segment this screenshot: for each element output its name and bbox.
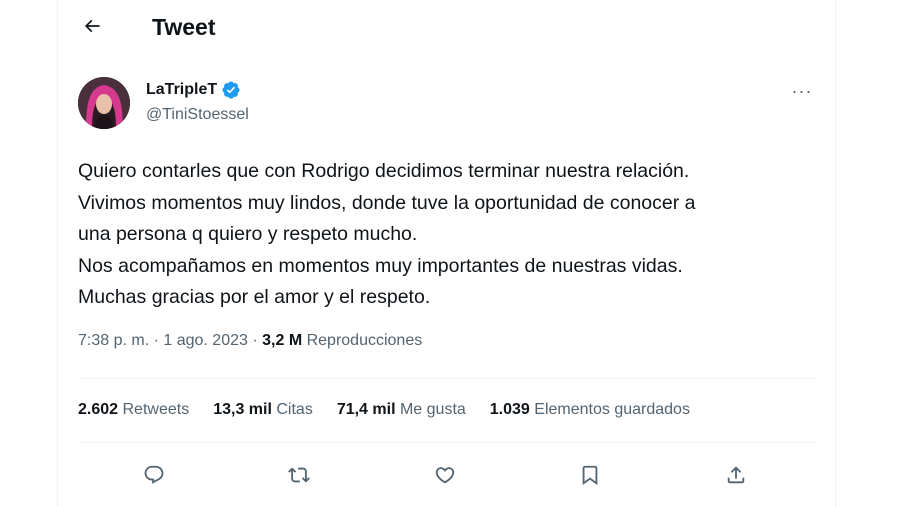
divider [78, 442, 818, 443]
more-options-button[interactable]: ··· [787, 79, 817, 103]
reply-icon [143, 464, 165, 491]
retweet-button[interactable] [281, 459, 317, 495]
stat-number: 1.039 [489, 401, 530, 418]
meta-separator: · [247, 332, 263, 349]
views-label: Reproducciones [306, 332, 423, 349]
stat-number: 71,4 mil [336, 401, 396, 418]
stat-label: Elementos guardados [534, 401, 690, 418]
author-name-row[interactable]: LaTripleT [146, 80, 241, 100]
divider [78, 378, 818, 379]
stat-label: Citas [276, 401, 313, 418]
stat-bookmarks[interactable]: 1.039 Elementos guardados [490, 401, 690, 419]
more-icon: ··· [791, 80, 813, 101]
engagement-stats: 2.602 Retweets 13,3 mil Citas 71,4 mil M… [78, 401, 690, 419]
page-header: Tweet [58, 0, 835, 56]
back-button[interactable] [74, 10, 110, 46]
bookmark-button[interactable] [572, 459, 608, 495]
author-display-name[interactable]: LaTripleT [146, 81, 217, 99]
tweet-text-line: una persona q quiero y respeto mucho. [78, 223, 418, 245]
share-button[interactable] [718, 459, 754, 495]
tweet-time[interactable]: 7:38 p. m. [78, 332, 149, 349]
tweet-meta: 7:38 p. m. · 1 ago. 2023 · 3,2 M Reprodu… [78, 332, 422, 350]
stat-likes[interactable]: 71,4 mil Me gusta [337, 401, 466, 419]
tweet-panel: Tweet LaTripleT @TiniStoessel ··· Quiero… [57, 0, 836, 507]
views-count: 3,2 M [262, 332, 303, 349]
action-bar [78, 459, 818, 495]
stat-label: Me gusta [399, 401, 466, 418]
stat-retweets[interactable]: 2.602 Retweets [78, 401, 189, 419]
reply-button[interactable] [136, 459, 172, 495]
stat-quotes[interactable]: 13,3 mil Citas [213, 401, 313, 419]
tweet-text-line: Muchas gracias por el amor y el respeto. [78, 286, 431, 308]
verified-badge-icon [221, 80, 241, 100]
like-button[interactable] [427, 459, 463, 495]
page-title: Tweet [152, 14, 216, 40]
author-handle[interactable]: @TiniStoessel [146, 106, 249, 124]
stat-number: 13,3 mil [213, 401, 272, 418]
tweet-text-line: Quiero contarles que con Rodrigo decidim… [78, 160, 690, 182]
bookmark-icon [579, 464, 601, 491]
stat-number: 2.602 [78, 401, 119, 418]
like-icon [434, 464, 456, 491]
meta-separator: · [149, 332, 164, 349]
tweet-date[interactable]: 1 ago. 2023 [163, 332, 248, 349]
avatar[interactable] [78, 77, 130, 129]
arrow-left-icon [82, 16, 102, 41]
tweet-text-line: Vivimos momentos muy lindos, donde tuve … [78, 191, 696, 214]
share-icon [725, 464, 747, 491]
stat-label: Retweets [122, 401, 190, 418]
retweet-icon [288, 464, 310, 491]
tweet-text-line: Nos acompañamos en momentos muy importan… [78, 254, 683, 277]
tweet-text: Quiero contarles que con Rodrigo decidim… [78, 156, 818, 314]
